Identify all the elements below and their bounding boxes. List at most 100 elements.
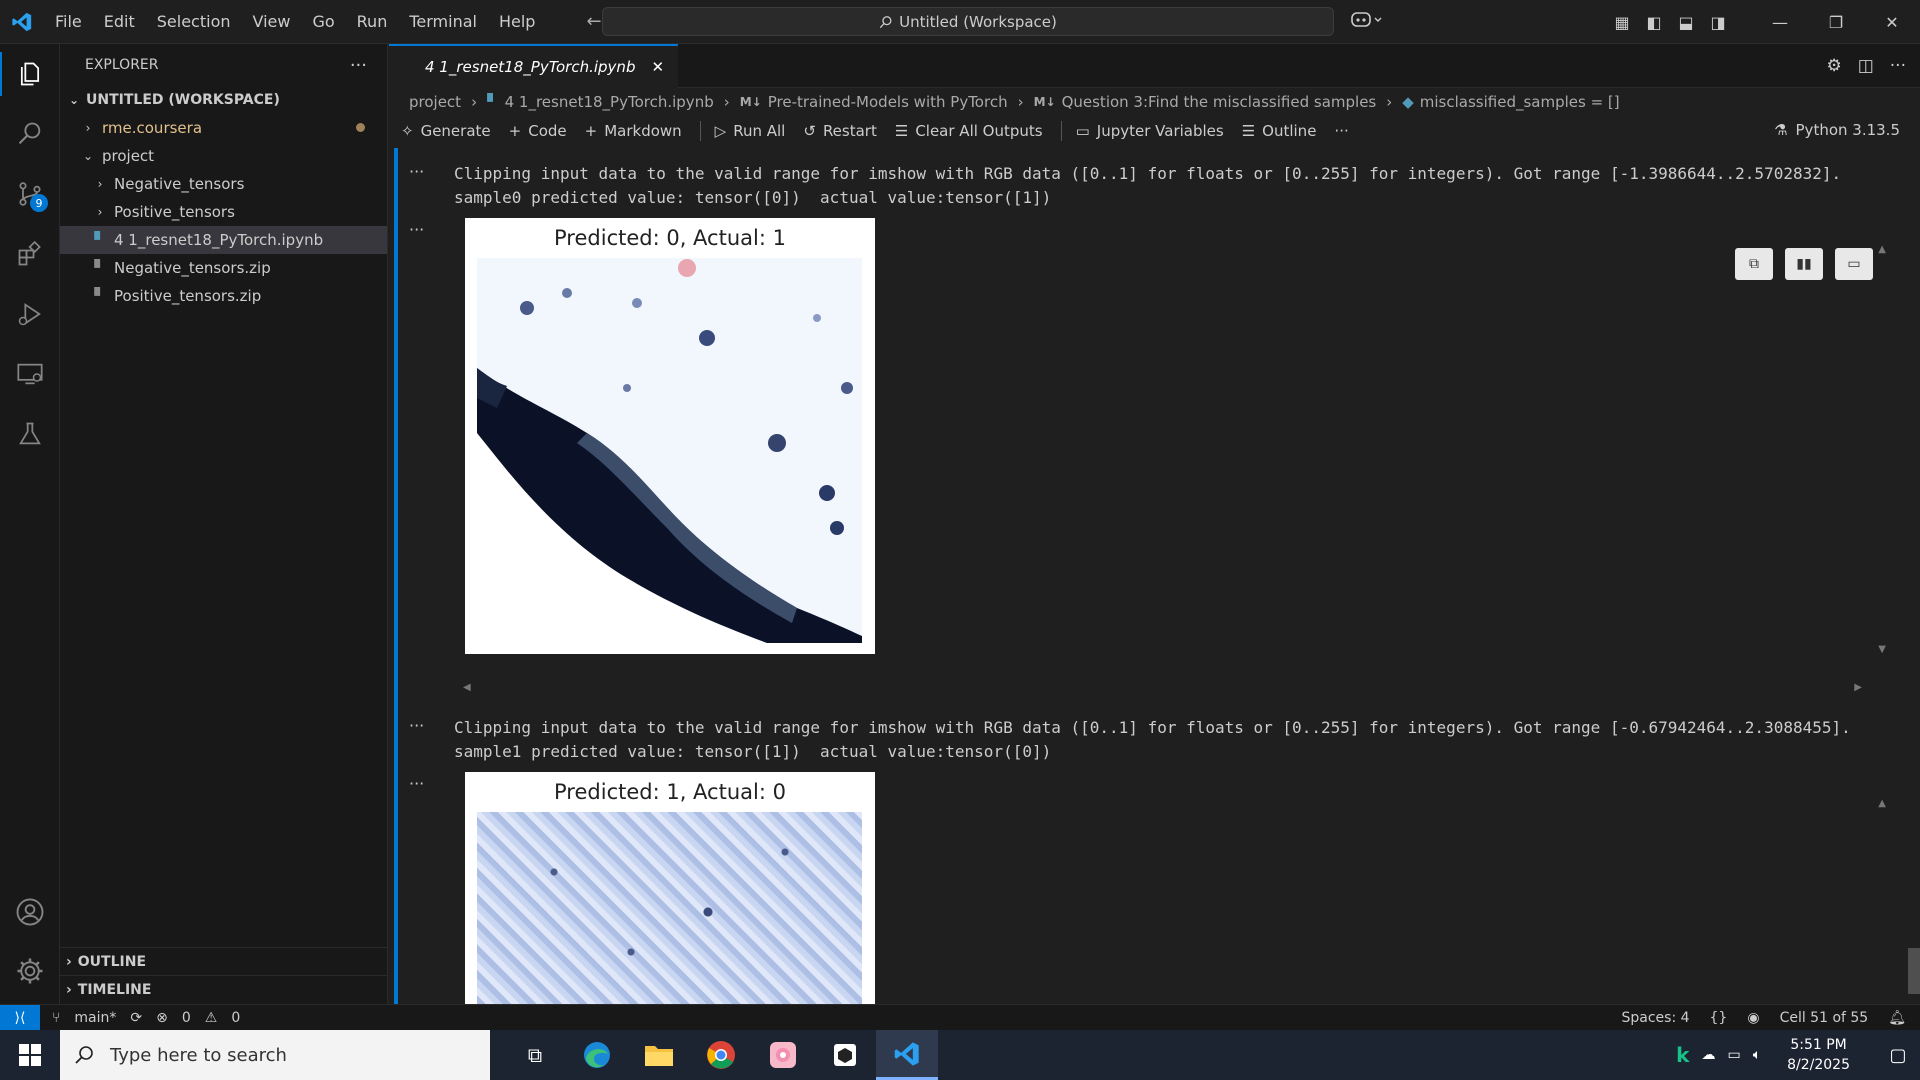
open-plot-viewer-icon[interactable]: ▮▮ — [1785, 248, 1823, 280]
network-icon[interactable]: ▭ — [1727, 1047, 1740, 1063]
add-code-button[interactable]: + Code — [509, 122, 567, 140]
accounts-icon[interactable] — [0, 882, 60, 942]
chrome-icon[interactable] — [690, 1030, 752, 1080]
minimize-icon[interactable]: — — [1752, 13, 1808, 32]
testing-icon[interactable] — [0, 404, 60, 464]
scroll-up-icon[interactable]: ▲ — [1878, 798, 1886, 809]
notifications-bell-icon[interactable]: 🔔︎ — [1888, 1010, 1906, 1026]
scroll-left-icon[interactable]: ◀ — [463, 682, 471, 693]
close-tab-icon[interactable]: ✕ — [651, 58, 664, 76]
sync-icon[interactable]: ⟳ — [130, 1010, 142, 1026]
remote-indicator-icon[interactable]: ⟩⟨ — [0, 1004, 40, 1031]
tree-item-positive-tensors[interactable]: › Positive_tensors — [60, 198, 387, 226]
menu-run[interactable]: Run — [346, 0, 399, 44]
settings-gear-icon[interactable]: ⚙ — [1826, 56, 1841, 76]
extensions-icon[interactable] — [0, 224, 60, 284]
branch-label[interactable]: main* — [74, 1010, 116, 1026]
more-actions-icon[interactable]: ··· — [350, 55, 367, 76]
breadcrumb-item[interactable]: 4 1_resnet18_PyTorch.ipynb — [505, 93, 714, 111]
command-center[interactable]: Untitled (Workspace) — [602, 7, 1334, 36]
outline-section[interactable]: › OUTLINE — [60, 947, 388, 975]
tab-notebook[interactable]: 4 1_resnet18_PyTorch.ipynb ✕ — [389, 44, 679, 88]
tree-item-negative-tensors[interactable]: › Negative_tensors — [60, 170, 387, 198]
remote-explorer-icon[interactable] — [0, 344, 60, 404]
app-cube-icon[interactable] — [814, 1030, 876, 1080]
customize-layout-icon[interactable]: ▦ — [1606, 13, 1638, 32]
scroll-down-icon[interactable]: ▼ — [1878, 644, 1886, 655]
timeline-section[interactable]: › TIMELINE — [60, 975, 388, 1003]
explorer-icon[interactable] — [0, 44, 60, 104]
breadcrumb-item[interactable]: project — [409, 93, 461, 111]
outline-button[interactable]: ☰ Outline — [1242, 122, 1317, 140]
menu-terminal[interactable]: Terminal — [398, 0, 488, 44]
manage-gear-icon[interactable] — [0, 941, 60, 1001]
kaggle-k-icon[interactable]: k — [1676, 1043, 1689, 1067]
menu-help[interactable]: Help — [488, 0, 546, 44]
more-actions-icon[interactable]: ··· — [1890, 56, 1906, 76]
warning-icon[interactable]: ⚠ — [205, 1010, 218, 1026]
generate-button[interactable]: ✧ Generate — [401, 122, 491, 140]
errors-count[interactable]: 0 — [182, 1010, 191, 1026]
photos-app-icon[interactable] — [752, 1030, 814, 1080]
breadcrumb-item[interactable]: Question 3:Find the misclassified sample… — [1062, 93, 1377, 111]
editor-scrollbar[interactable] — [1908, 948, 1920, 994]
scroll-up-icon[interactable]: ▲ — [1878, 244, 1886, 255]
tree-item-negative-zip[interactable]: ▘ Negative_tensors.zip — [60, 254, 387, 282]
search-icon[interactable] — [0, 104, 60, 164]
close-window-icon[interactable]: ✕ — [1864, 13, 1920, 32]
restore-icon[interactable]: ❐ — [1808, 13, 1864, 32]
toggle-secondary-sidebar-icon[interactable]: ◨ — [1702, 13, 1734, 32]
indentation-status[interactable]: Spaces: 4 — [1621, 1010, 1689, 1026]
errors-icon[interactable]: ⊗ — [156, 1010, 168, 1026]
output-menu-icon[interactable]: ··· — [409, 774, 424, 793]
save-image-icon[interactable]: ▭ — [1835, 248, 1873, 280]
kernel-picker[interactable]: ⚗ Python 3.13.5 — [1774, 121, 1900, 139]
copilot-icon[interactable] — [1350, 10, 1384, 34]
breadcrumb-item[interactable]: misclassified_samples = [] — [1420, 93, 1620, 111]
output-menu-icon[interactable]: ··· — [409, 716, 424, 735]
back-arrow-icon[interactable]: ← — [586, 11, 601, 32]
toggle-sidebar-icon[interactable]: ◧ — [1638, 13, 1670, 32]
tree-item-notebook[interactable]: ▘ 4 1_resnet18_PyTorch.ipynb — [60, 226, 387, 254]
toggle-panel-icon[interactable]: ⬓ — [1670, 13, 1702, 32]
onedrive-cloud-icon[interactable]: ☁ — [1701, 1047, 1715, 1063]
tree-item-project[interactable]: ⌄ project — [60, 142, 387, 170]
clock[interactable]: 5:51 PM 8/2/2025 — [1787, 1035, 1850, 1075]
workspace-header[interactable]: ⌄ UNTITLED (WORKSPACE) — [60, 86, 387, 114]
file-explorer-icon[interactable] — [628, 1030, 690, 1080]
cell-position[interactable]: Cell 51 of 55 — [1780, 1010, 1869, 1026]
menu-edit[interactable]: Edit — [93, 0, 146, 44]
output-menu-icon[interactable]: ··· — [409, 162, 424, 181]
copilot-status-icon[interactable]: ◉ — [1747, 1010, 1759, 1026]
source-control-icon[interactable]: 9 — [0, 164, 60, 224]
language-braces-icon[interactable]: {} — [1710, 1010, 1728, 1026]
edge-browser-icon[interactable] — [566, 1030, 628, 1080]
copy-output-icon[interactable]: ⧉ — [1735, 248, 1773, 280]
output-menu-icon[interactable]: ··· — [409, 220, 424, 239]
volume-muted-icon[interactable]: 🔈︎ — [1753, 1047, 1761, 1063]
clear-outputs-button[interactable]: ☰ Clear All Outputs — [895, 122, 1043, 140]
vscode-taskbar-icon[interactable] — [876, 1030, 938, 1080]
menu-view[interactable]: View — [242, 0, 302, 44]
jupyter-variables-button[interactable]: ▭ Jupyter Variables — [1076, 122, 1224, 140]
menu-selection[interactable]: Selection — [146, 0, 242, 44]
scroll-right-icon[interactable]: ▶ — [1854, 682, 1862, 693]
task-view-icon[interactable]: ⧉ — [504, 1030, 566, 1080]
tree-item-positive-zip[interactable]: ▘ Positive_tensors.zip — [60, 282, 387, 310]
windows-start-icon[interactable] — [0, 1030, 60, 1080]
more-toolbar-icon[interactable]: ··· — [1334, 122, 1348, 140]
run-debug-icon[interactable] — [0, 284, 60, 344]
breadcrumb-item[interactable]: Pre-trained-Models with PyTorch — [768, 93, 1008, 111]
explorer-sidebar: EXPLORER ··· ⌄ UNTITLED (WORKSPACE) › rm… — [60, 44, 388, 1004]
notification-center-icon[interactable]: ▢ — [1876, 1045, 1920, 1066]
restart-button[interactable]: ↺ Restart — [803, 122, 877, 140]
taskbar-search[interactable]: Type here to search — [60, 1030, 490, 1080]
tree-item-rme-coursera[interactable]: › rme.coursera — [60, 114, 387, 142]
add-markdown-button[interactable]: + Markdown — [585, 122, 682, 140]
menu-file[interactable]: File — [44, 0, 93, 44]
figure-title: Predicted: 1, Actual: 0 — [554, 780, 786, 804]
run-all-button[interactable]: ▷ Run All — [715, 122, 786, 140]
split-editor-icon[interactable]: ◫ — [1858, 56, 1874, 76]
menu-go[interactable]: Go — [301, 0, 345, 44]
warnings-count[interactable]: 0 — [231, 1010, 240, 1026]
